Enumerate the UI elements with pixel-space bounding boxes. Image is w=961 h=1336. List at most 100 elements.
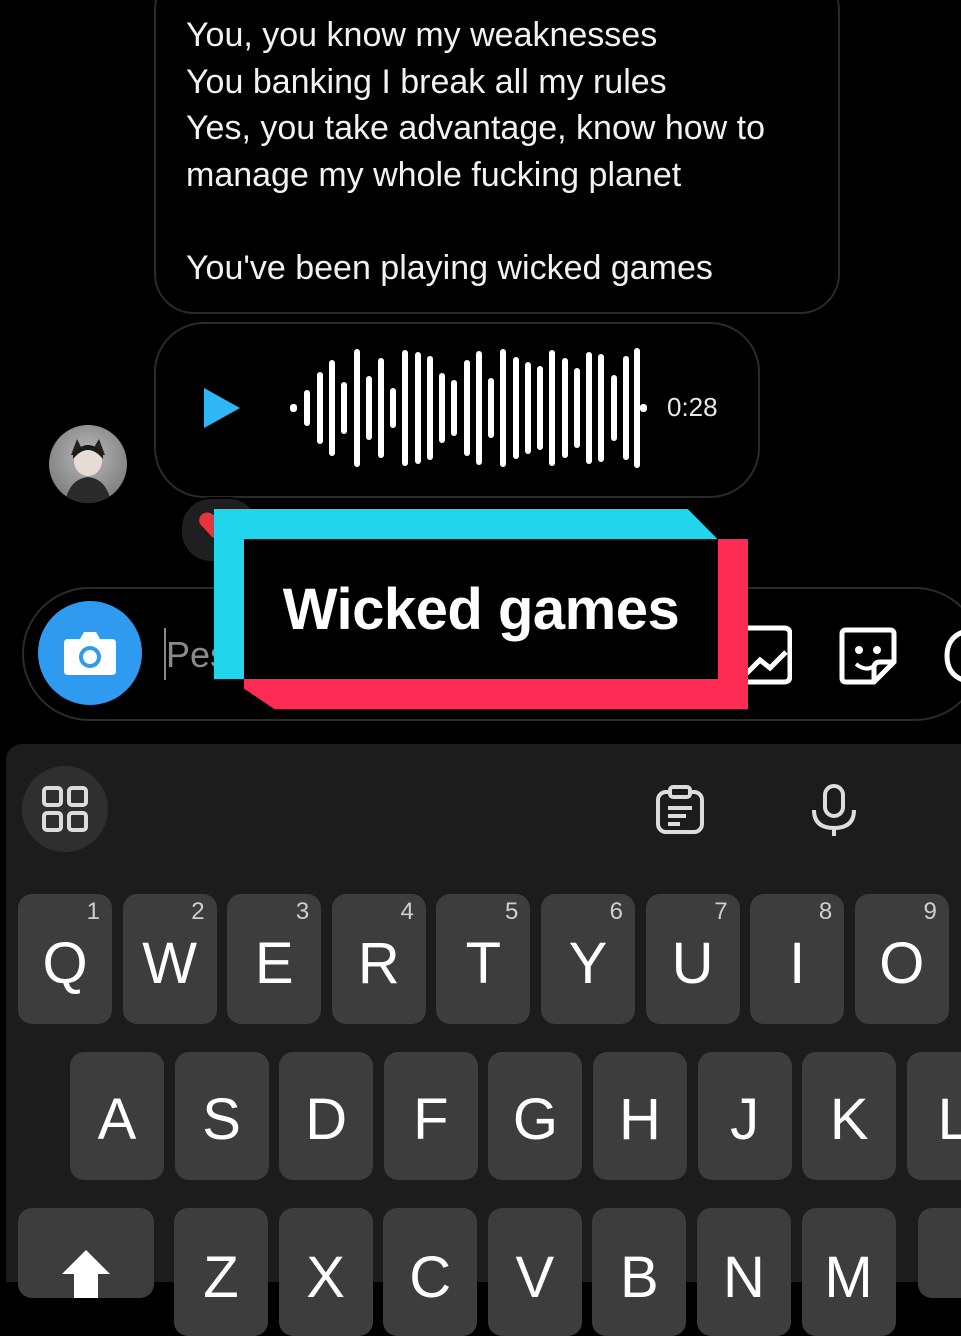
key-v[interactable]: V: [487, 1208, 582, 1336]
microphone-icon[interactable]: [808, 782, 860, 838]
key-hint-number: 2: [191, 898, 205, 925]
key-label: L: [937, 1087, 961, 1152]
waveform-bar: [640, 404, 647, 412]
key-t[interactable]: T5: [436, 894, 531, 1024]
waveform-bar: [378, 358, 384, 458]
key-m[interactable]: M: [801, 1208, 896, 1336]
key-hint-number: 8: [818, 898, 833, 925]
waveform-bar: [402, 350, 408, 466]
key-hint-number: 3: [295, 898, 310, 925]
key-hint-number: 6: [609, 898, 623, 925]
key-e[interactable]: E3: [227, 894, 322, 1024]
waveform-bar: [464, 360, 470, 456]
key-h[interactable]: H: [593, 1052, 687, 1180]
key-label: Q: [42, 931, 88, 996]
key-label: Z: [203, 1245, 239, 1310]
avatar-image: [65, 439, 111, 503]
key-label: N: [723, 1245, 765, 1310]
shift-key[interactable]: [18, 1208, 154, 1298]
waveform-bar: [623, 356, 629, 460]
key-label: R: [357, 931, 400, 996]
key-c[interactable]: C: [383, 1208, 478, 1336]
waveform-bar: [451, 380, 457, 436]
caption-text: Wicked games: [282, 576, 680, 642]
waveform-bar: [574, 368, 580, 448]
backspace-key[interactable]: [918, 1208, 961, 1298]
key-j[interactable]: J: [697, 1052, 792, 1180]
key-f[interactable]: F: [383, 1052, 478, 1180]
key-hint-number: 1: [86, 898, 100, 925]
key-label: C: [409, 1245, 452, 1310]
key-label: F: [413, 1087, 449, 1152]
key-label: E: [254, 931, 294, 996]
waveform-bar: [598, 354, 604, 462]
key-u[interactable]: U7: [645, 894, 740, 1024]
play-icon[interactable]: [200, 386, 244, 430]
sticker-icon[interactable]: [836, 624, 900, 688]
camera-button[interactable]: [38, 601, 142, 705]
waveform-bar: [513, 357, 519, 459]
waveform-bar: [366, 376, 372, 440]
waveform-bar: [525, 362, 531, 454]
waveform-bar: [415, 352, 421, 464]
key-hint-number: 5: [505, 898, 519, 925]
key-k[interactable]: K: [802, 1052, 897, 1180]
key-label: I: [789, 931, 806, 996]
waveform-bar: [304, 390, 310, 426]
key-label: Y: [568, 931, 608, 996]
key-n[interactable]: N: [697, 1208, 791, 1336]
key-r[interactable]: R4: [331, 894, 426, 1024]
key-label: H: [619, 1087, 661, 1152]
key-label: G: [512, 1087, 558, 1152]
key-o[interactable]: O9: [854, 894, 949, 1024]
key-hint-number: 7: [714, 898, 728, 925]
key-label: A: [97, 1087, 137, 1152]
key-label: M: [824, 1245, 873, 1310]
key-label: B: [620, 1245, 659, 1310]
waveform-bar: [537, 366, 543, 450]
avatar[interactable]: [49, 425, 127, 503]
key-label: D: [305, 1087, 348, 1152]
key-label: S: [202, 1087, 241, 1152]
clipboard-icon[interactable]: [654, 784, 706, 836]
audio-duration: 0:28: [667, 392, 718, 422]
grid-icon: [42, 786, 88, 832]
message-text: You, you know my weaknesses You banking …: [186, 16, 766, 287]
waveform-bar: [439, 373, 445, 443]
waveform-bar: [427, 356, 433, 460]
key-q[interactable]: Q1: [18, 894, 112, 1024]
key-a[interactable]: A: [70, 1052, 164, 1180]
key-x[interactable]: X: [278, 1208, 373, 1336]
waveform-bar: [290, 404, 297, 412]
key-g[interactable]: G: [488, 1052, 583, 1180]
audio-waveform[interactable]: [280, 340, 650, 476]
waveform-bar: [549, 350, 555, 466]
more-icon[interactable]: [943, 628, 961, 684]
key-i[interactable]: I8: [750, 894, 845, 1024]
keyboard-menu-button[interactable]: [22, 766, 108, 852]
waveform-bar: [390, 388, 396, 428]
key-hint-number: 9: [923, 898, 937, 925]
key-s[interactable]: S: [174, 1052, 269, 1180]
waveform-bar: [488, 378, 494, 438]
key-d[interactable]: D: [279, 1052, 374, 1180]
waveform-bar: [476, 351, 482, 465]
key-hint-number: 4: [400, 898, 414, 925]
key-l[interactable]: L: [906, 1052, 961, 1180]
key-label: K: [829, 1087, 869, 1152]
key-b[interactable]: B: [592, 1208, 687, 1336]
key-label: V: [515, 1245, 555, 1310]
key-label: W: [142, 931, 197, 996]
waveform-bar: [341, 382, 347, 434]
key-w[interactable]: W2: [122, 894, 217, 1024]
waveform-bar: [634, 348, 640, 468]
waveform-bar: [329, 360, 335, 456]
waveform-bar: [500, 349, 506, 467]
key-y[interactable]: Y6: [541, 894, 635, 1024]
key-label: U: [671, 931, 714, 996]
waveform-bar: [317, 372, 323, 444]
waveform-bar: [611, 375, 617, 441]
key-z[interactable]: Z: [174, 1208, 268, 1336]
waveform-bar: [562, 358, 568, 458]
key-label: J: [730, 1087, 760, 1152]
